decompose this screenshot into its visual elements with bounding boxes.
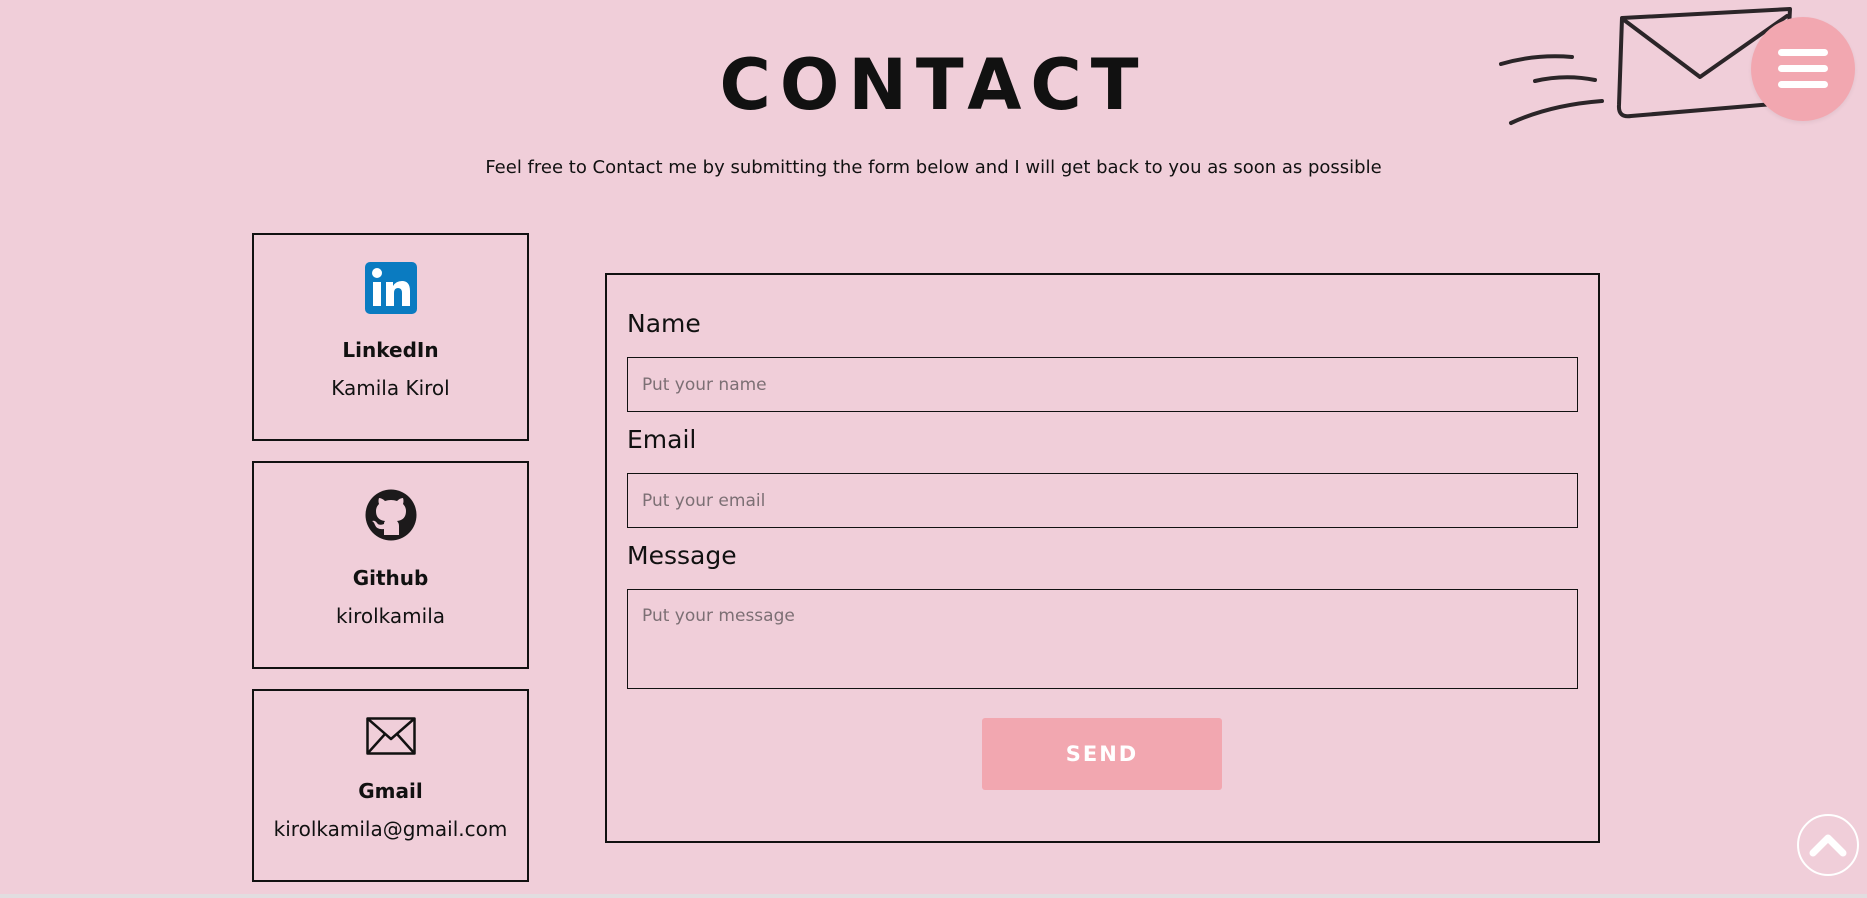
bottom-scroll-strip [0,894,1867,898]
email-input[interactable] [627,473,1578,528]
scroll-to-top-button[interactable] [1797,814,1859,876]
email-label: Email [627,425,697,454]
message-label: Message [627,541,737,570]
menu-bar [1778,49,1828,56]
name-label: Name [627,309,701,338]
menu-bar [1778,81,1828,88]
contact-value[interactable]: Kamila Kirol [254,376,527,400]
contact-value[interactable]: kirolkamila@gmail.com [254,817,527,841]
contact-value[interactable]: kirolkamila [254,604,527,628]
name-input[interactable] [627,357,1578,412]
envelope-doodle-icon [1499,7,1792,125]
contact-title: LinkedIn [342,338,439,362]
page-subtitle: Feel free to Contact me by submitting th… [485,157,1382,178]
contact-form: Name Email Message SEND [605,273,1600,843]
mail-icon [365,717,416,755]
contact-title: Github [352,566,429,590]
contact-card-github[interactable]: Github kirolkamila [252,461,529,669]
send-button[interactable]: SEND [982,718,1222,790]
github-icon [365,489,416,541]
linkedin-icon [364,262,417,314]
message-textarea[interactable] [627,589,1578,689]
contact-card-linkedin[interactable]: LinkedIn Kamila Kirol [252,233,529,441]
menu-button[interactable] [1751,17,1855,121]
contact-title: Gmail [358,779,423,803]
contact-card-gmail[interactable]: Gmail kirolkamila@gmail.com [252,689,529,882]
menu-bar [1778,65,1828,72]
chevron-up-icon [1809,834,1847,857]
